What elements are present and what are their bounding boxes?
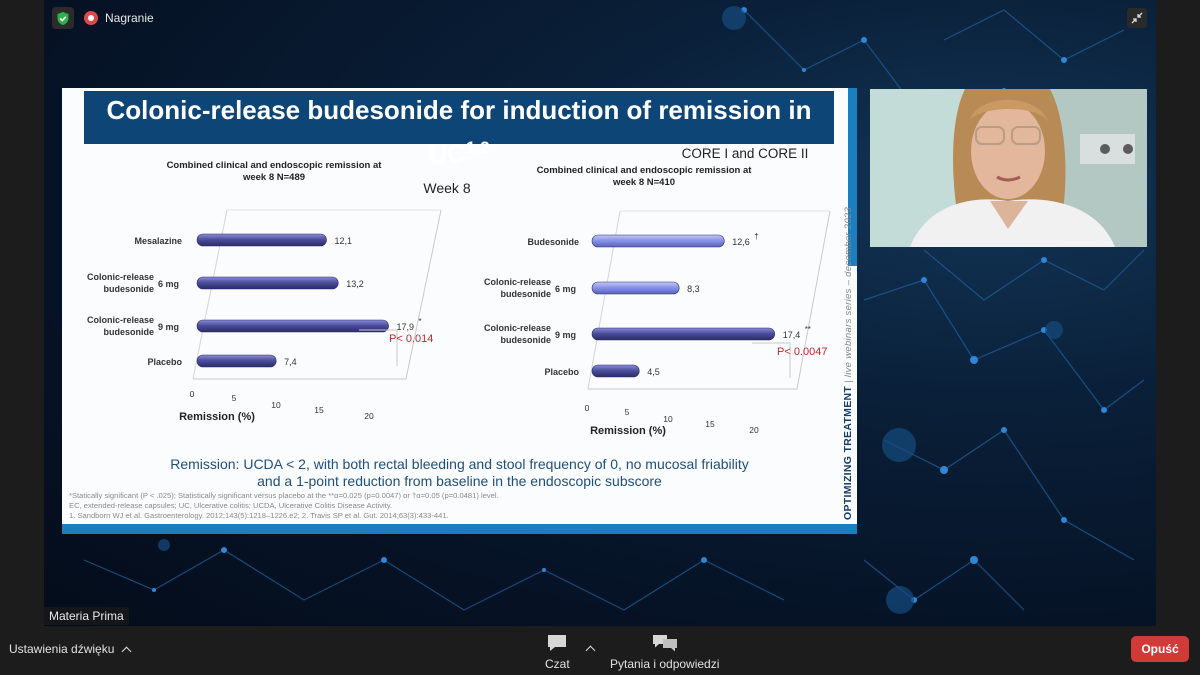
chevron-up-icon (585, 645, 596, 656)
participant-name-tag: Materia Prima (44, 607, 129, 625)
chart-value-label: 7,4 (284, 357, 297, 367)
chart-category-label: Budesonide (527, 237, 579, 247)
chart-value-label: 17,9 (397, 322, 415, 332)
encryption-shield-icon[interactable] (52, 7, 74, 29)
chart-tick-label: 15 (705, 419, 715, 429)
chart-bar (591, 364, 640, 378)
chart-tick-label: 5 (232, 393, 237, 403)
chart-category-label: Colonic-release budesonide (87, 272, 154, 294)
chart-category-label: Colonic-release budesonide (484, 277, 551, 299)
chart-dose-label: 6 mg (158, 279, 179, 289)
chart-value-label: 13,2 (346, 279, 364, 289)
chart-category-label: Colonic-release budesonide (484, 323, 551, 345)
speaker-video[interactable] (870, 89, 1147, 247)
chat-label: Czat (545, 657, 570, 671)
chart-bar (591, 281, 680, 295)
chart-tick-label: 20 (364, 411, 374, 421)
chart-tick-label: 0 (585, 403, 590, 413)
chart-subtitle: Week 8 (423, 180, 470, 196)
footnote-3: 1. Sandborn WJ et al. Gastroenterology. … (69, 511, 449, 520)
chart-bar (196, 354, 277, 368)
chat-options-button[interactable] (585, 639, 596, 657)
footnote-1: *Statically significant (P < .025); Stat… (69, 491, 499, 500)
chart-tick-label: 20 (749, 425, 759, 435)
chart-value-label: 17,4 (783, 330, 801, 340)
chart-title: Combined clinical and endoscopic remissi… (537, 165, 753, 188)
speaker-video-image (870, 89, 1147, 247)
recording-icon (84, 11, 98, 25)
chat-button[interactable]: Czat (545, 631, 570, 671)
slide-bottom-strip (62, 524, 857, 534)
chart-left: Combined clinical and endoscopic remissi… (87, 160, 471, 423)
remission-definition-line-1: Remission: UCDA < 2, with both rectal bl… (170, 456, 749, 472)
chart-value-label: 4,5 (647, 367, 660, 377)
audio-settings-button[interactable]: Ustawienia dźwięku (9, 642, 132, 656)
chart-bar (196, 233, 327, 247)
top-status-bar: Nagranie (52, 7, 154, 29)
chart-dose-label: 9 mg (158, 322, 179, 332)
chart-value-label: 12,1 (334, 236, 352, 246)
series-vertical-label: OPTIMIZING TREATMENT | live webinars ser… (842, 206, 854, 520)
qa-icon (652, 635, 677, 652)
exit-fullscreen-icon (1131, 12, 1143, 24)
chart-significance-marker: ** (805, 325, 811, 334)
chevron-up-icon (121, 646, 132, 656)
chart-significance-marker: * (419, 317, 422, 326)
qa-label: Pytania i odpowiedzi (610, 657, 720, 671)
chart-bar (196, 276, 339, 290)
shared-slide: Colonic-release budesonide for induction… (62, 88, 857, 534)
recording-indicator[interactable]: Nagranie (84, 11, 154, 25)
chart-x-axis-label: Remission (%) (179, 411, 255, 423)
footnote-2: EC, extended-release capsules; UC, Ulcer… (69, 501, 393, 510)
chart-tick-label: 10 (271, 400, 281, 410)
chart-tick-label: 10 (663, 414, 673, 424)
remission-definition-line-2: and a 1-point reduction from baseline in… (257, 473, 662, 489)
chat-icon (548, 635, 567, 651)
audio-settings-label: Ustawienia dźwięku (9, 642, 115, 656)
remission-definition: Remission: UCDA < 2, with both rectal bl… (62, 456, 857, 490)
chart-tick-label: 5 (625, 407, 630, 417)
chart-category-label: Placebo (147, 357, 182, 367)
chart-p-value: P< 0.014 (389, 333, 433, 345)
chart-category-label: Mesalazine (134, 236, 182, 246)
chart-p-value: P< 0.0047 (777, 346, 827, 358)
chart-value-label: 12,6 (732, 237, 750, 247)
chart-dose-label: 6 mg (555, 284, 576, 294)
chart-right: Combined clinical and endoscopic remissi… (484, 146, 831, 437)
chart-category-label: Colonic-release budesonide (87, 315, 154, 337)
exit-fullscreen-button[interactable] (1127, 8, 1147, 28)
chart-dose-label: 9 mg (555, 330, 576, 340)
leave-button[interactable]: Opuść (1131, 636, 1189, 662)
chart-category-label: Placebo (544, 367, 579, 377)
chart-x-axis-label: Remission (%) (590, 425, 666, 437)
chart-bar (591, 234, 725, 248)
footnotes: *Statically significant (P < .025); Stat… (69, 491, 769, 521)
chart-significance-marker: † (754, 232, 758, 241)
chart-tick-label: 0 (190, 389, 195, 399)
chart-tick-label: 15 (314, 405, 324, 415)
chart-subtitle: CORE I and CORE II (682, 146, 809, 161)
recording-label: Nagranie (105, 11, 154, 25)
chart-title: Combined clinical and endoscopic remissi… (167, 160, 383, 183)
chart-value-label: 8,3 (687, 284, 700, 294)
qa-button[interactable]: Pytania i odpowiedzi (610, 631, 719, 671)
chart-bar (591, 327, 775, 341)
meeting-controls-bar: Ustawienia dźwięku Czat Pytania i odpowi… (0, 626, 1200, 675)
